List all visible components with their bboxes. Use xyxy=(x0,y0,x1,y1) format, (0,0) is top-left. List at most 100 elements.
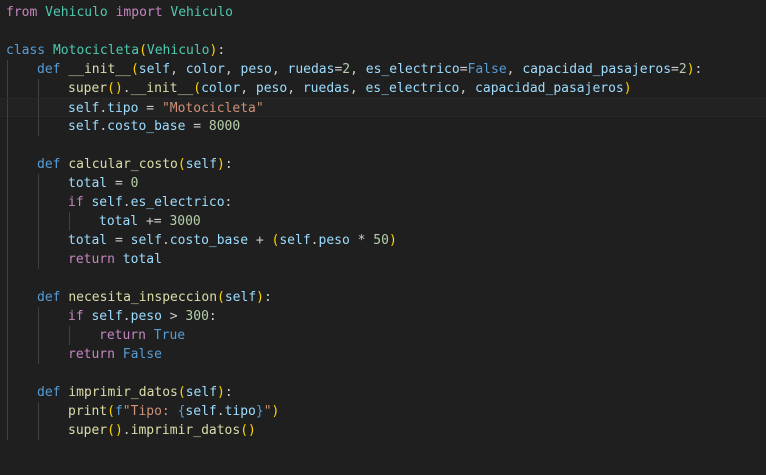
code-token: total xyxy=(68,233,108,248)
code-line[interactable] xyxy=(0,269,766,288)
code-token: . xyxy=(122,195,131,210)
indent-guide xyxy=(38,79,39,98)
code-editor[interactable]: from Vehiculo import Vehiculo class Motoc… xyxy=(0,0,766,475)
code-line[interactable]: return True xyxy=(0,326,766,345)
code-token: = xyxy=(671,62,679,77)
code-token: tipo xyxy=(224,404,256,419)
code-token: super xyxy=(68,81,108,96)
code-text: return False xyxy=(68,345,162,364)
code-token: necesita_inspeccion xyxy=(68,290,218,305)
indent-guide xyxy=(7,231,8,250)
code-line[interactable] xyxy=(0,22,766,41)
code-line[interactable]: print(f"Tipo: {self.tipo}") xyxy=(0,402,766,421)
indent-guide xyxy=(7,60,8,79)
code-token: self xyxy=(91,309,123,324)
code-token: self xyxy=(68,101,100,116)
code-token: : xyxy=(224,385,233,400)
code-line[interactable]: if self.es_electrico: xyxy=(0,193,766,212)
code-token: . xyxy=(310,233,319,248)
code-line[interactable]: total = self.costo_base + (self.peso * 5… xyxy=(0,231,766,250)
indent-guide xyxy=(7,402,8,421)
code-token: total xyxy=(99,214,139,229)
code-token: imprimir_datos xyxy=(68,385,178,400)
code-line[interactable] xyxy=(0,136,766,155)
indent-guide xyxy=(7,383,8,402)
code-line[interactable]: super().__init__(color, peso, ruedas, es… xyxy=(0,79,766,98)
code-text: print(f"Tipo: {self.tipo}") xyxy=(68,402,279,421)
code-token: , xyxy=(240,81,256,96)
code-token: ) xyxy=(388,233,397,248)
code-token: return xyxy=(68,347,115,362)
code-token: Motocicleta xyxy=(52,43,140,58)
code-token: def xyxy=(37,62,61,77)
code-token: self xyxy=(185,404,217,419)
code-token: ( xyxy=(130,62,139,77)
code-token: calcular_costo xyxy=(68,157,178,172)
code-token: if xyxy=(68,195,84,210)
code-token: ( xyxy=(217,290,225,305)
code-token: . xyxy=(161,233,170,248)
code-token: . xyxy=(216,404,225,419)
code-text: total = 0 xyxy=(68,174,138,193)
code-token: f xyxy=(114,404,123,419)
code-line[interactable]: if self.peso > 300: xyxy=(0,307,766,326)
code-line[interactable]: self.costo_base = 8000 xyxy=(0,117,766,136)
code-token: , xyxy=(349,81,366,96)
code-token: , xyxy=(350,62,366,77)
code-token: . xyxy=(122,423,131,438)
code-token: = xyxy=(185,119,209,134)
code-token: ruedas xyxy=(287,62,335,77)
code-token: : xyxy=(208,309,217,324)
code-token: 50 xyxy=(373,233,389,248)
code-token: ) xyxy=(623,81,632,96)
code-line[interactable]: def calcular_costo(self): xyxy=(0,155,766,174)
code-text: if self.peso > 300: xyxy=(68,307,217,326)
code-line[interactable]: from Vehiculo import Vehiculo xyxy=(0,3,766,22)
code-token: print xyxy=(68,404,108,419)
code-token: . xyxy=(99,119,108,134)
indent-guide xyxy=(7,307,8,326)
code-line[interactable]: super().imprimir_datos() xyxy=(0,421,766,440)
code-token: super xyxy=(68,423,108,438)
indent-guide xyxy=(38,345,39,364)
code-token: ( xyxy=(107,81,115,96)
code-line[interactable]: return False xyxy=(0,345,766,364)
code-token: es_electrico xyxy=(365,81,460,96)
code-token: 0 xyxy=(130,176,139,191)
code-token: : xyxy=(264,290,272,305)
code-line[interactable]: def __init__(self, color, peso, ruedas=2… xyxy=(0,60,766,79)
indent-guide xyxy=(7,212,8,231)
code-token: if xyxy=(68,309,84,324)
code-token: , xyxy=(287,81,303,96)
indent-guide xyxy=(38,421,39,440)
indent-guide xyxy=(38,231,39,250)
code-token: : xyxy=(224,195,233,210)
indent-guide xyxy=(38,193,39,212)
code-line[interactable] xyxy=(0,364,766,383)
code-token: . xyxy=(122,81,131,96)
code-line[interactable]: total = 0 xyxy=(0,174,766,193)
code-token: costo_base xyxy=(169,233,249,248)
code-line[interactable]: def necesita_inspeccion(self): xyxy=(0,288,766,307)
code-line[interactable]: def imprimir_datos(self): xyxy=(0,383,766,402)
code-line[interactable]: return total xyxy=(0,250,766,269)
code-token: es_electrico xyxy=(130,195,225,210)
code-token: > xyxy=(161,309,186,324)
code-token: = xyxy=(138,101,162,116)
code-token: " xyxy=(263,404,272,419)
code-line[interactable]: self.tipo = "Motocicleta" xyxy=(0,98,766,118)
code-line[interactable]: class Motocicleta(Vehiculo): xyxy=(0,41,766,60)
code-token: self xyxy=(91,195,123,210)
code-token: , xyxy=(271,62,288,77)
code-text: from Vehiculo import Vehiculo xyxy=(6,3,233,22)
code-token: peso xyxy=(318,233,350,248)
code-text: def calcular_costo(self): xyxy=(37,155,233,174)
code-text: def imprimir_datos(self): xyxy=(37,383,233,402)
code-line[interactable]: total += 3000 xyxy=(0,212,766,231)
code-token: : xyxy=(694,62,703,77)
code-token: costo_base xyxy=(107,119,186,134)
code-text: return total xyxy=(68,250,162,269)
